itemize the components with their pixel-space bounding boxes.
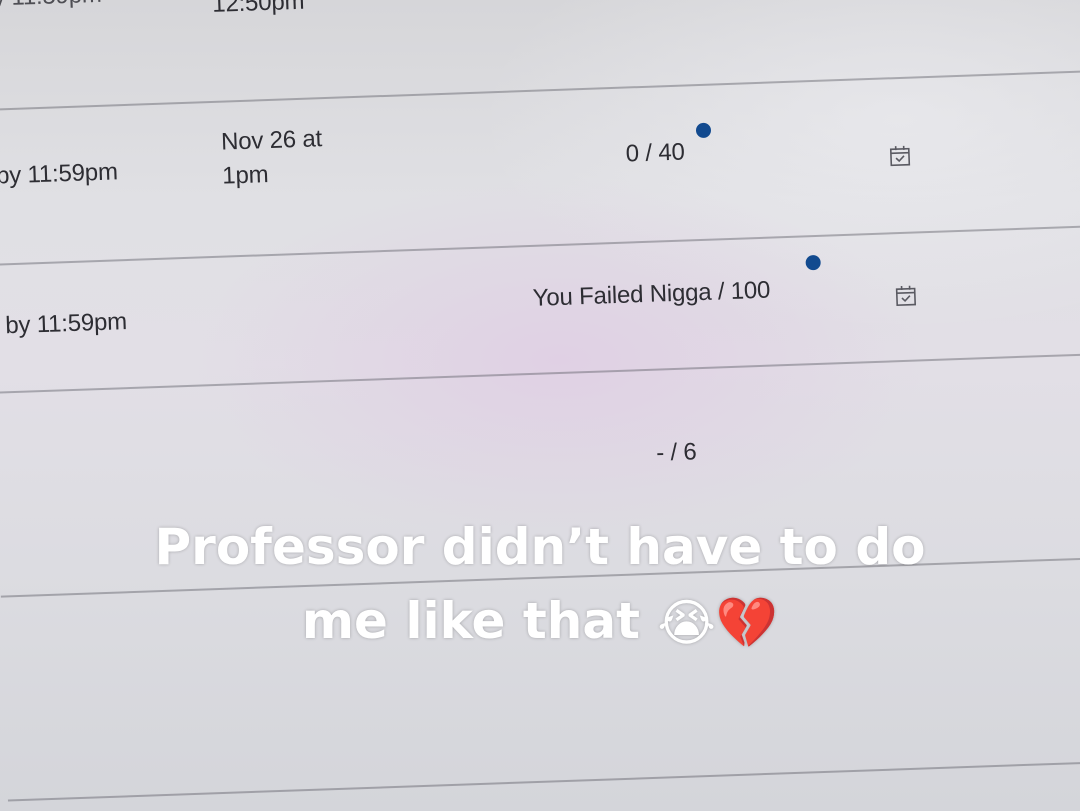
new-grade-indicator [695,122,712,139]
row-2-score: You Failed Nigga / 100 [532,276,771,312]
caption-line-1: Professor didn’t have to do [154,518,926,576]
assignments-table: by 11:59pm 12:50pm by 11:59pm Nov 26 at … [0,0,1080,811]
caption-line-2-text: me like that [301,592,640,650]
row-3-score: - / 6 [655,438,698,467]
row-divider [7,757,1080,802]
row-divider [0,67,1080,111]
row-1-score: 0 / 40 [625,138,686,168]
row-1-due: by 11:59pm [0,158,119,190]
row-divider [0,221,1080,266]
caption-line-2: me like that 😭💔 [0,584,1080,660]
row-2-due: by 11:59pm [4,308,128,340]
row-1-available-until: Nov 26 at 1pm [220,125,323,190]
meme-caption: Professor didn’t have to do me like that… [0,510,1080,660]
row-0-available-until: 12:50pm [211,0,305,18]
calendar-check-icon[interactable] [893,283,918,308]
calendar-check-icon[interactable] [888,144,913,169]
new-grade-indicator [805,254,821,271]
crying-broken-heart-emoji: 😭💔 [657,594,779,652]
photographed-screen: by 11:59pm 12:50pm by 11:59pm Nov 26 at … [0,0,1080,811]
row-0-due: by 11:59pm [0,0,102,16]
row-divider [0,349,1080,394]
